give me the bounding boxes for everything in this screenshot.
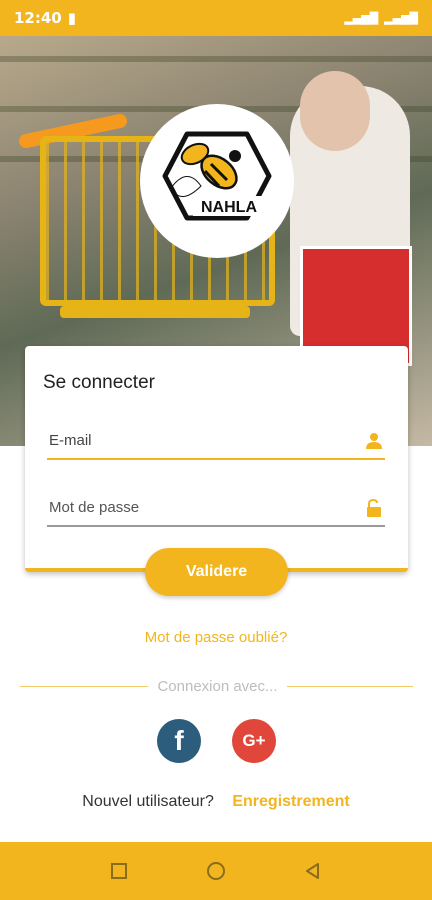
status-icons: ▂▄▆█ ▂▄▆█: [344, 12, 418, 25]
recent-apps-button[interactable]: [106, 858, 132, 884]
login-title: Se connecter: [43, 372, 155, 393]
google-login-button[interactable]: G+: [232, 719, 276, 763]
forgot-password-link[interactable]: Mot de passe oublié?: [0, 629, 432, 646]
login-card: Se connecter: [25, 346, 408, 572]
divider-left: [20, 686, 148, 687]
logo-text: NAHLA: [201, 199, 257, 216]
bee-logo-icon: NAHLA: [162, 131, 272, 221]
status-bar: 12:40 ▮ ▂▄▆█ ▂▄▆█: [0, 0, 432, 36]
new-user-label: Nouvel utilisateur?: [82, 793, 214, 810]
register-row: Nouvel utilisateur? Enregistrement: [0, 793, 432, 811]
status-time: 12:40: [14, 9, 62, 27]
facebook-login-button[interactable]: f: [157, 719, 201, 763]
email-field: [47, 422, 385, 460]
circle-icon: [206, 862, 225, 880]
signal-icon: ▂▄▆█: [344, 11, 379, 25]
facebook-icon: f: [174, 725, 184, 756]
unlock-icon: [367, 499, 381, 517]
user-icon: [366, 433, 382, 449]
register-link[interactable]: Enregistrement: [232, 793, 349, 810]
app-logo: NAHLA: [140, 104, 294, 258]
back-button[interactable]: [300, 858, 326, 884]
signal-icon-2: ▂▄▆█: [384, 11, 418, 25]
battery-saver-icon: ▮: [67, 9, 77, 27]
back-triangle-icon: [306, 863, 320, 879]
password-field: [47, 489, 385, 527]
home-button[interactable]: [203, 858, 229, 884]
google-plus-icon: G+: [242, 731, 266, 750]
password-input[interactable]: [47, 489, 385, 525]
social-divider-text: Connexion avec...: [157, 678, 278, 695]
email-input[interactable]: [47, 422, 385, 458]
square-icon: [110, 863, 127, 879]
divider-right: [287, 686, 413, 687]
submit-button[interactable]: Validere: [145, 548, 288, 596]
navigation-bar: [0, 842, 432, 900]
